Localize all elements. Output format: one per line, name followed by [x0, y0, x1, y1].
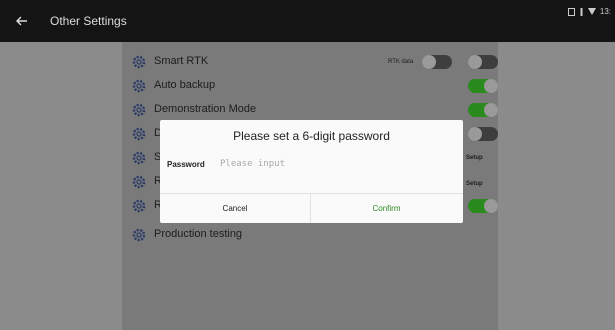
- rtk-data-toggle[interactable]: [422, 55, 452, 69]
- setting-row-auto-backup[interactable]: Auto backup: [132, 74, 498, 98]
- gear-icon: [132, 55, 146, 69]
- gear-icon: [132, 175, 146, 189]
- rtk-data-label: RTK data: [388, 59, 414, 65]
- setting-row-production-testing[interactable]: Production testing: [132, 223, 498, 247]
- gear-icon: [132, 199, 146, 213]
- wifi-icon: [587, 8, 596, 15]
- setting-row-smart-rtk[interactable]: Smart RTK RTK data: [132, 50, 498, 74]
- setting-row-demonstration-mode[interactable]: Demonstration Mode: [132, 98, 498, 122]
- auto-backup-toggle[interactable]: [468, 79, 498, 93]
- smart-rtk-toggle[interactable]: [468, 55, 498, 69]
- password-input[interactable]: [220, 156, 450, 172]
- gear-icon: [132, 127, 146, 141]
- setting-label: Demonstration Mode: [154, 103, 257, 115]
- gear-icon: [132, 79, 146, 93]
- confirm-button[interactable]: Confirm: [311, 194, 462, 223]
- dialog-title: Please set a 6-digit password: [233, 129, 390, 143]
- status-time: 13:: [599, 7, 611, 16]
- demonstration-mode-toggle[interactable]: [468, 103, 498, 117]
- setup-button[interactable]: Setup: [466, 155, 483, 161]
- app-header: Other Settings 13:: [0, 0, 615, 42]
- page-title: Other Settings: [50, 14, 127, 28]
- dialog-button-bar: Cancel Confirm: [160, 193, 463, 223]
- password-label: Password: [167, 160, 205, 169]
- gear-icon: [132, 228, 146, 242]
- sim-icon: [567, 7, 575, 16]
- gear-icon: [132, 103, 146, 117]
- setting-toggle[interactable]: [468, 199, 498, 213]
- arrow-left-icon[interactable]: [14, 13, 30, 29]
- setting-label: Smart RTK: [154, 55, 209, 67]
- setting-toggle[interactable]: [468, 127, 498, 141]
- setting-label: Production testing: [154, 228, 243, 240]
- gear-icon: [132, 151, 146, 165]
- signal-icon: [579, 7, 584, 16]
- setting-label: Auto backup: [154, 79, 216, 91]
- password-dialog: Please set a 6-digit password Password C…: [160, 120, 463, 223]
- setup-button[interactable]: Setup: [466, 181, 483, 187]
- status-bar: 13:: [567, 7, 611, 16]
- cancel-button[interactable]: Cancel: [160, 194, 311, 223]
